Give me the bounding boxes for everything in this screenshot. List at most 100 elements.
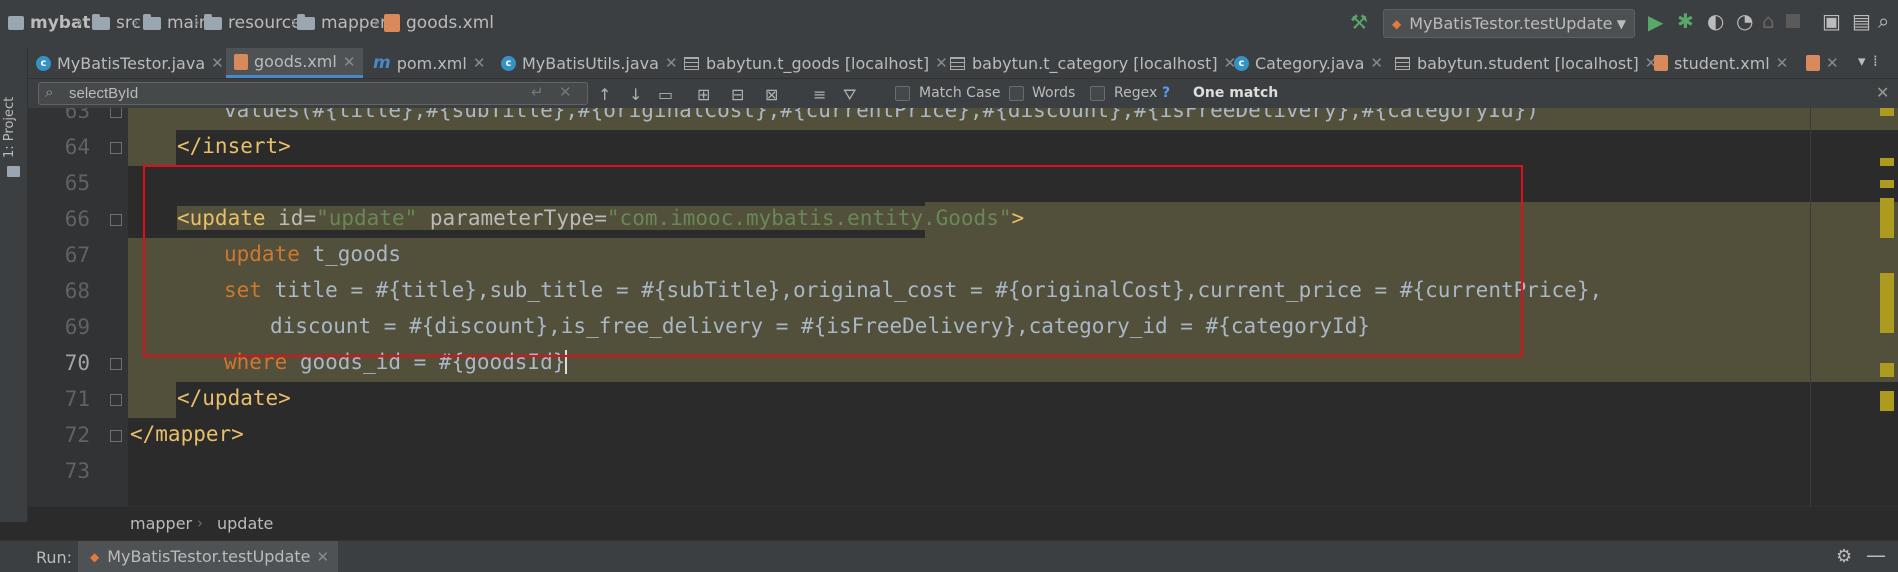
scrollbar-markers[interactable] <box>1876 108 1894 506</box>
options-icon[interactable]: ≡ <box>813 85 826 104</box>
attach-icon[interactable]: ⌂ <box>1762 9 1775 33</box>
tab-label: MyBatisUtils.java <box>522 53 659 73</box>
close-icon[interactable]: ✕ <box>1776 54 1789 72</box>
words-checkbox[interactable] <box>1009 86 1024 101</box>
close-icon[interactable]: ✕ <box>211 54 224 72</box>
folder-icon <box>92 13 110 30</box>
maven-icon: m <box>373 53 391 73</box>
filter-icon[interactable]: ⛛ <box>843 85 856 105</box>
next-occurrence-icon[interactable]: ↓ <box>629 85 642 104</box>
select-all-icon[interactable]: ▭ <box>658 85 673 104</box>
stop-icon[interactable] <box>1786 14 1800 28</box>
tab-scroll-icon[interactable]: ⁞ <box>1873 52 1878 70</box>
regex-help-link[interactable]: ? <box>1162 85 1170 101</box>
editor-tab-bar: c MyBatisTestor.java ✕ goods.xml ✕ m pom.xml… <box>28 48 1898 79</box>
tab-overflow[interactable]: ✕ <box>1806 48 1839 78</box>
code-editor[interactable]: 63 64 65 66 67 68 69 70 71 72 73 💡 value… <box>28 108 1898 506</box>
run-config-icon: ◆ <box>90 549 100 564</box>
crumb-label: goods.xml <box>406 13 494 33</box>
add-selection-icon[interactable]: ⊞ <box>697 85 710 104</box>
minimize-icon[interactable]: — <box>1866 543 1886 567</box>
select-all-occurrences-icon[interactable]: ⊠ <box>765 85 778 104</box>
search-input[interactable] <box>69 83 539 104</box>
close-icon[interactable]: ✕ <box>343 53 356 71</box>
close-icon[interactable]: ✕ <box>473 54 486 72</box>
search-result-count: One match <box>1193 85 1279 101</box>
fold-marker-icon[interactable] <box>110 108 122 118</box>
chevron-right-icon: › <box>76 12 84 33</box>
line-number: 72 <box>64 423 90 447</box>
newline-icon[interactable]: ↵ <box>531 83 544 101</box>
chevron-down-icon: ▼ <box>1616 16 1626 31</box>
breadcrumb-file[interactable]: goods.xml <box>384 13 494 33</box>
fold-marker-icon[interactable] <box>110 142 122 154</box>
tab-label: student.xml <box>1674 53 1770 73</box>
line-number: 63 <box>64 108 90 123</box>
debug-icon[interactable]: ✱ <box>1677 9 1694 33</box>
tab-pom-xml[interactable]: m pom.xml ✕ <box>373 48 485 78</box>
tab-label: babytun.t_category [localhost] <box>972 53 1218 73</box>
close-icon[interactable]: ✕ <box>665 54 678 72</box>
close-icon[interactable]: ✕ <box>317 548 330 566</box>
previous-occurrence-icon[interactable]: ↑ <box>598 85 611 104</box>
tab-label: babytun.student [localhost] <box>1417 53 1639 73</box>
run-config-dropdown[interactable]: ◆ MyBatisTestor.testUpdate ▼ <box>1383 9 1635 38</box>
close-icon[interactable]: ✕ <box>1826 54 1839 72</box>
scroll-marker <box>1880 158 1894 166</box>
clear-icon[interactable]: ✕ <box>559 83 572 101</box>
line-number: 66 <box>64 207 90 231</box>
code-line: </update> <box>128 382 1898 418</box>
coverage-icon[interactable]: ◐ <box>1707 9 1724 33</box>
line-number: 69 <box>64 315 90 339</box>
sdk-icon[interactable]: ▤ <box>1852 9 1871 33</box>
table-icon <box>950 56 965 70</box>
tab-mybatistestor-java[interactable]: c MyBatisTestor.java ✕ <box>36 48 224 78</box>
fold-marker-icon[interactable] <box>110 358 122 370</box>
remove-selection-icon[interactable]: ⊟ <box>731 85 744 104</box>
tab-mybatisutils-java[interactable]: c MyBatisUtils.java ✕ <box>501 48 678 78</box>
table-icon <box>1395 56 1410 70</box>
scroll-marker <box>1880 363 1894 377</box>
breadcrumb-mapper[interactable]: mapper <box>130 514 192 533</box>
tab-babytun-t-goods[interactable]: babytun.t_goods [localhost] ✕ <box>684 48 948 78</box>
fold-marker-icon[interactable] <box>110 394 122 406</box>
scroll-marker <box>1880 180 1894 188</box>
search-icon[interactable]: ⌕ <box>45 83 53 101</box>
fold-marker-icon[interactable] <box>110 214 122 226</box>
scroll-marker <box>1880 391 1894 411</box>
close-icon[interactable]: ✕ <box>1876 83 1889 102</box>
tab-student-xml[interactable]: student.xml ✕ <box>1654 48 1788 78</box>
tab-babytun-t-category[interactable]: babytun.t_category [localhost] ✕ <box>950 48 1236 78</box>
close-icon[interactable]: ✕ <box>935 54 948 72</box>
tab-list-icon[interactable]: ▾ <box>1858 52 1866 70</box>
resources-folder-icon <box>204 13 222 30</box>
line-number: 70 <box>64 351 90 375</box>
code-line: values(#{title},#{subTitle},#{originalCo… <box>128 108 1898 130</box>
run-config-icon: ◆ <box>1392 16 1402 31</box>
tab-goods-xml[interactable]: goods.xml ✕ <box>226 48 364 78</box>
fold-marker-icon[interactable] <box>110 430 122 442</box>
close-icon[interactable]: ✕ <box>1370 54 1383 72</box>
breadcrumb-mappers[interactable]: mappers <box>297 13 396 33</box>
search-everywhere-icon[interactable]: ⌕ <box>1878 9 1889 33</box>
build-hammer-icon[interactable]: ⚒ <box>1350 10 1368 34</box>
run-icon[interactable]: ▶ <box>1648 10 1663 34</box>
run-tool-window-header: Run: ◆ MyBatisTestor.testUpdate ✕ ⚙ — <box>0 540 1898 572</box>
search-box: ⌕ ↵ ✕ <box>38 82 588 105</box>
folder-icon <box>297 13 315 30</box>
project-folder-icon <box>7 166 20 177</box>
run-config-label: MyBatisTestor.testUpdate <box>1409 14 1613 33</box>
profile-icon[interactable]: ◔ <box>1736 9 1753 33</box>
breadcrumb-update[interactable]: update <box>217 514 273 533</box>
code-text: </mapper> <box>130 422 244 446</box>
tab-babytun-student[interactable]: babytun.student [localhost] ✕ <box>1395 48 1657 78</box>
match-case-checkbox[interactable] <box>895 86 910 101</box>
project-tool-button[interactable]: 1: Project <box>2 97 17 158</box>
run-tab[interactable]: ◆ MyBatisTestor.testUpdate ✕ <box>78 541 338 572</box>
right-margin-guide <box>1810 108 1811 506</box>
project-structure-icon[interactable]: ▣ <box>1822 9 1841 33</box>
tab-category-java[interactable]: c Category.java ✕ <box>1234 48 1383 78</box>
regex-checkbox[interactable] <box>1090 86 1105 101</box>
settings-gear-icon[interactable]: ⚙ <box>1836 546 1852 567</box>
class-icon: c <box>1234 55 1249 71</box>
